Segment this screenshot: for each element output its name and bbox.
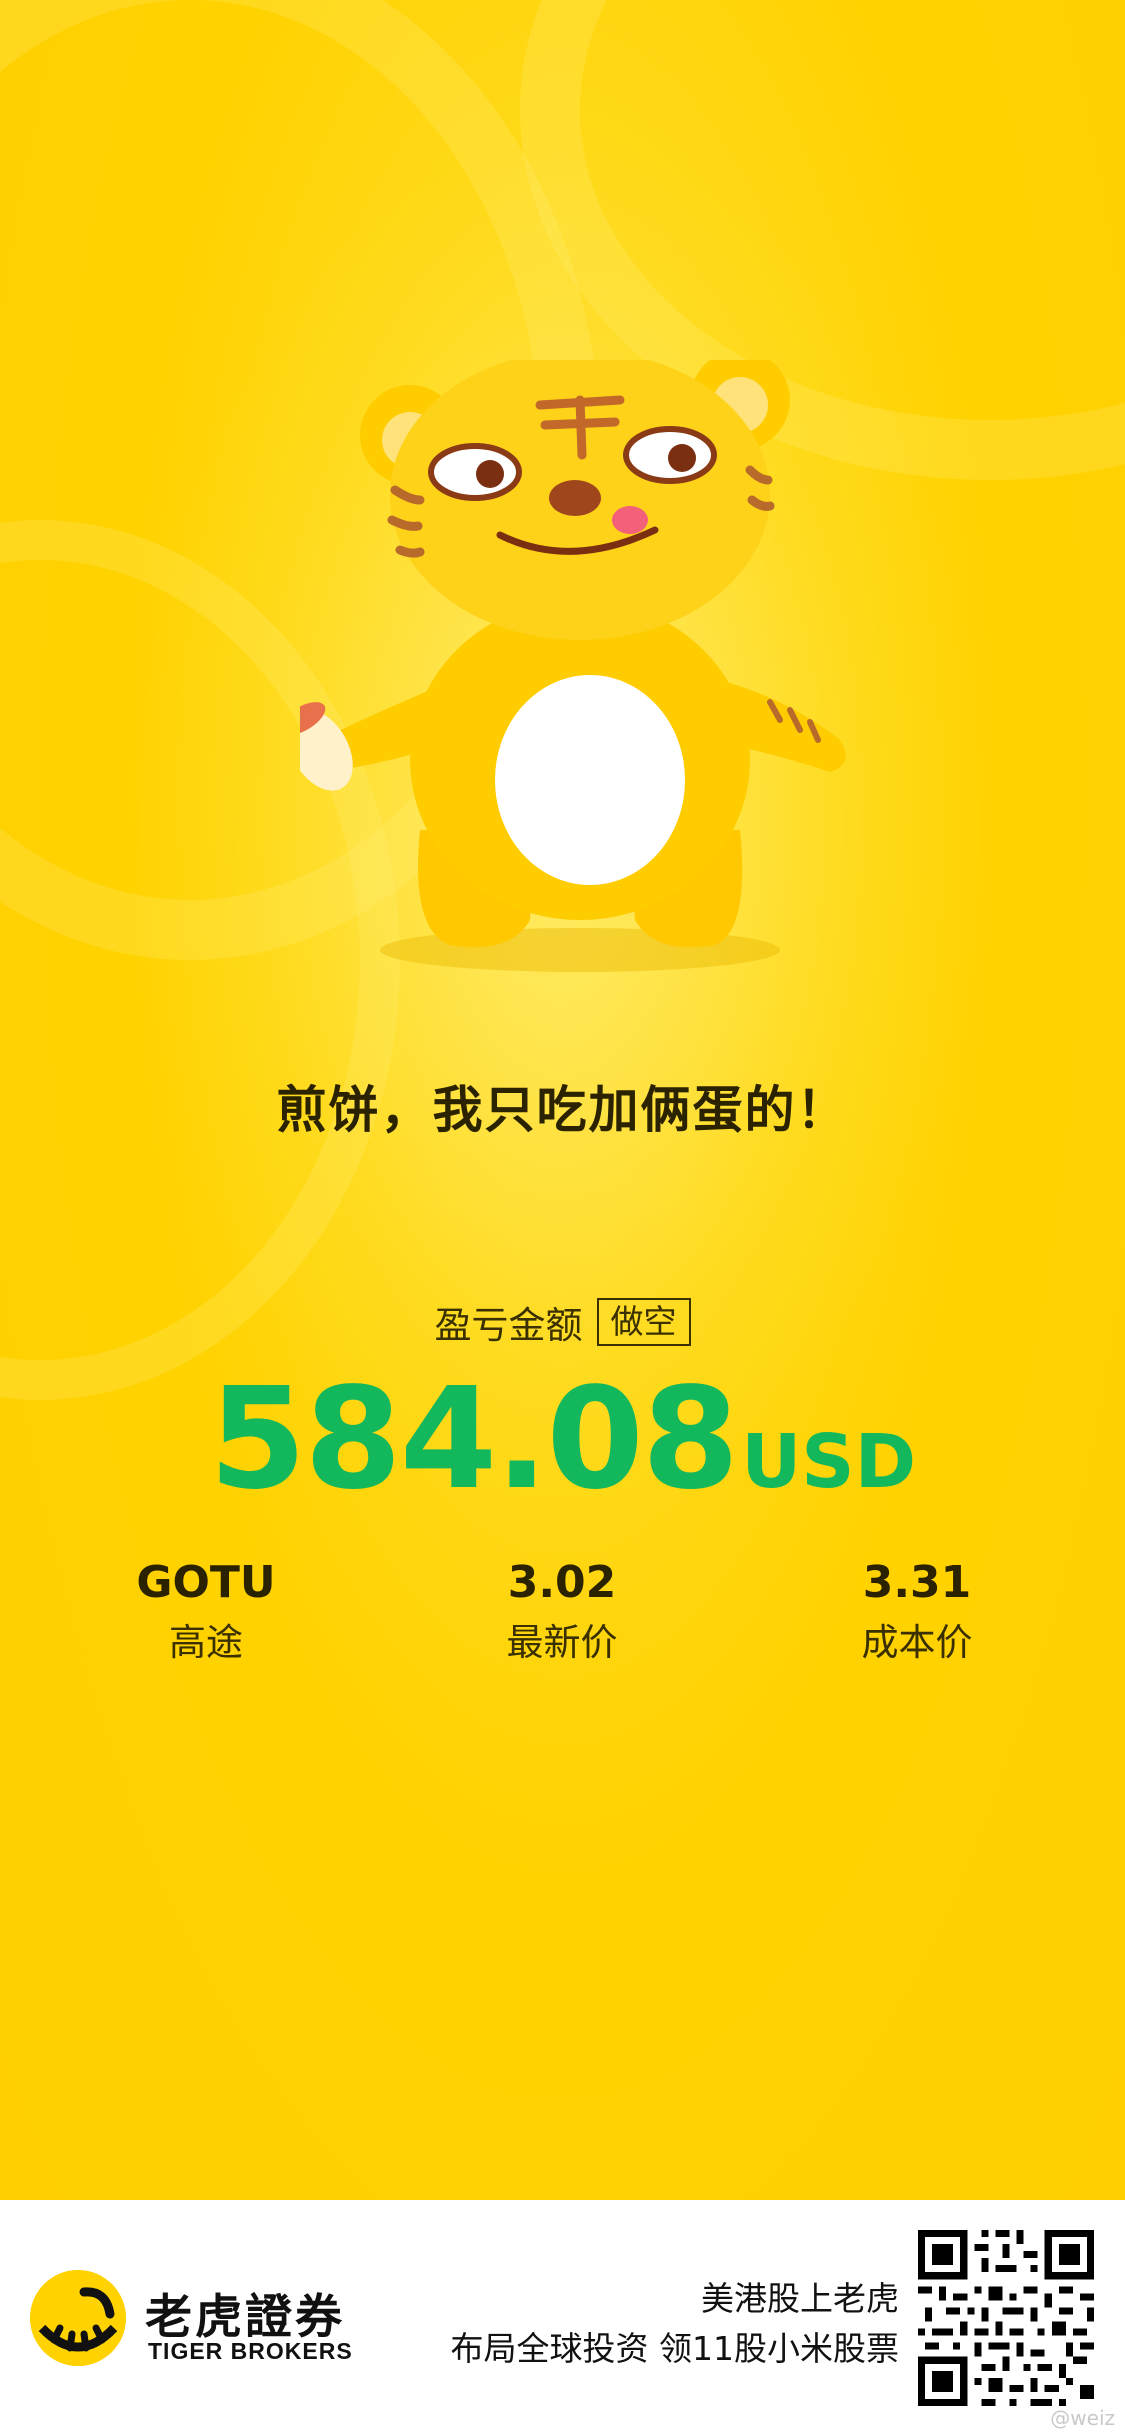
stat-cost-price: 3.31 成本价 — [767, 1555, 1067, 1671]
pnl-label: 盈亏金额 — [434, 1304, 583, 1347]
share-poster: 煎饼，我只吃加俩蛋的！ 盈亏金额 做空 584.08 USD GOTU 高途 3… — [0, 0, 1125, 2200]
latest-price-label: 最新价 — [506, 1621, 618, 1664]
pnl-label-row: 盈亏金额 做空 — [0, 1295, 1125, 1349]
stock-name: 高途 — [169, 1621, 243, 1664]
latest-price-value: 3.02 — [507, 1557, 617, 1608]
promo-line-1: 美港股上老虎 — [701, 2279, 899, 2318]
pnl-amount: 584.08 USD — [0, 1360, 1125, 1520]
slogan-text: 煎饼，我只吃加俩蛋的！ — [276, 1081, 849, 1139]
tiger-mascot-illustration — [300, 360, 846, 972]
brand-subtitle: TIGER BROKERS — [148, 2338, 353, 2364]
position-type-badge: 做空 — [596, 1298, 691, 1346]
watermark-text: @weiz — [1050, 2406, 1115, 2430]
footer-banner: 老虎證券 TIGER BROKERS 美港股上老虎 布局全球投资 领11股小米股… — [0, 2200, 1125, 2436]
pnl-currency: USD — [741, 1419, 917, 1505]
brand-name: 老虎證券 — [145, 2290, 345, 2345]
tiger-logo-icon — [30, 2270, 126, 2366]
promo-line-2: 布局全球投资 领11股小米股票 — [450, 2329, 899, 2368]
cost-price-value: 3.31 — [862, 1557, 972, 1608]
stat-latest-price: 3.02 最新价 — [412, 1555, 712, 1671]
pnl-value: 584.08 — [208, 1358, 739, 1521]
stock-stats: GOTU 高途 3.02 最新价 3.31 成本价 — [0, 1555, 1125, 1685]
cost-price-label: 成本价 — [861, 1621, 973, 1664]
ticker-symbol: GOTU — [136, 1557, 276, 1608]
qr-code-icon[interactable] — [918, 2230, 1094, 2406]
stat-ticker: GOTU 高途 — [56, 1555, 356, 1671]
